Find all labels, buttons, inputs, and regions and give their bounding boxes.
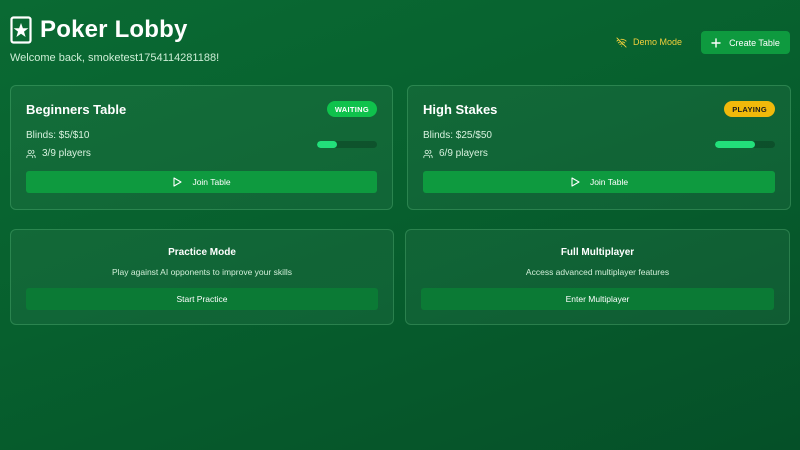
status-badge: WAITING <box>326 101 377 117</box>
table-name: Beginners Table <box>26 102 127 117</box>
join-table-label: Join Table <box>192 177 231 187</box>
create-table-button[interactable]: Create Table <box>701 31 790 54</box>
demo-mode-label: Demo Mode <box>633 37 683 47</box>
welcome-message: Welcome back, smoketest1754114281188! <box>10 52 220 64</box>
players-count: 6/9 players <box>439 148 488 159</box>
table-card-beginners: Beginners Table WAITING Blinds: $5/$10 3… <box>10 85 393 210</box>
status-badge: PLAYING <box>724 101 775 117</box>
play-icon <box>173 177 182 187</box>
plus-icon <box>711 37 721 48</box>
users-icon <box>423 149 433 158</box>
wifi-off-icon <box>616 36 627 48</box>
join-table-button[interactable]: Join Table <box>423 171 775 193</box>
mode-description: Play against AI opponents to improve you… <box>111 267 292 277</box>
mode-description: Access advanced multiplayer features <box>525 267 670 277</box>
practice-mode-card: Practice Mode Play against AI opponents … <box>10 229 394 325</box>
players-progress-bar <box>317 141 377 148</box>
players-progress-bar <box>715 141 775 148</box>
users-icon <box>26 149 36 158</box>
table-players: 3/9 players <box>26 148 91 159</box>
page-title: Poker Lobby <box>40 16 188 43</box>
playing-card-star-icon <box>10 16 32 44</box>
table-players: 6/9 players <box>423 148 488 159</box>
page-header: Poker Lobby Welcome back, smoketest17541… <box>10 16 219 64</box>
demo-mode-button[interactable]: Demo Mode <box>616 31 682 53</box>
title-row: Poker Lobby <box>10 16 219 44</box>
start-practice-button[interactable]: Start Practice <box>26 288 378 310</box>
table-blinds: Blinds: $25/$50 <box>423 130 492 141</box>
table-blinds: Blinds: $5/$10 <box>26 130 90 141</box>
table-card-high-stakes: High Stakes PLAYING Blinds: $25/$50 6/9 … <box>407 85 791 210</box>
players-count: 3/9 players <box>42 148 91 159</box>
table-name: High Stakes <box>423 102 498 117</box>
create-table-label: Create Table <box>729 37 780 48</box>
enter-multiplayer-button[interactable]: Enter Multiplayer <box>421 288 774 310</box>
players-progress-fill <box>715 141 756 148</box>
mode-title: Full Multiplayer <box>560 247 635 258</box>
join-table-label: Join Table <box>589 177 629 187</box>
players-progress-fill <box>317 141 337 148</box>
play-icon <box>571 177 580 187</box>
join-table-button[interactable]: Join Table <box>26 171 377 193</box>
mode-title: Practice Mode <box>168 247 236 258</box>
full-multiplayer-card: Full Multiplayer Access advanced multipl… <box>405 229 790 325</box>
